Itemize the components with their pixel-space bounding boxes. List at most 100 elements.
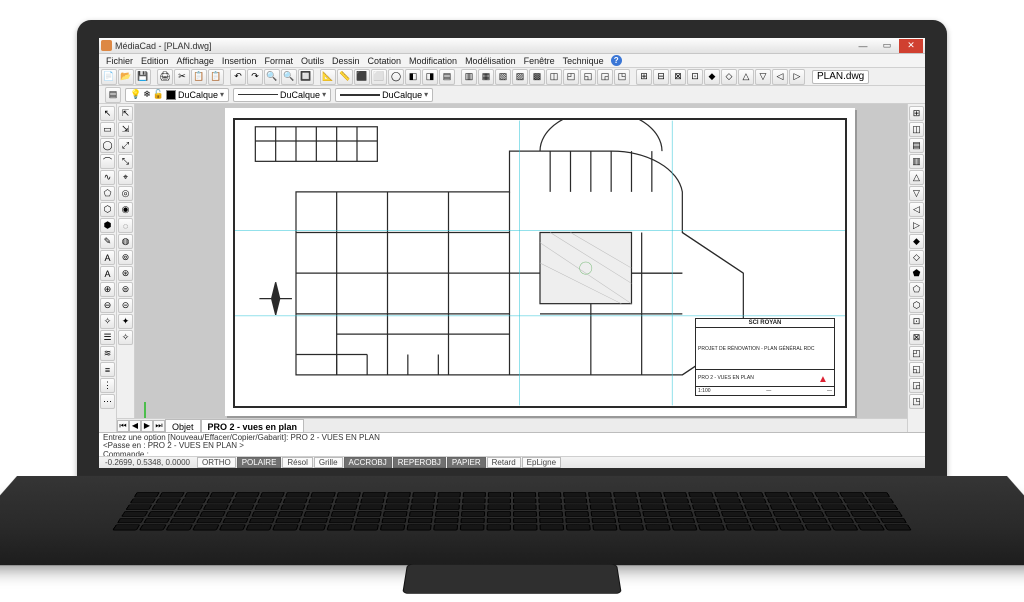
toolbar-button[interactable]: ◫ [546,69,562,85]
tool-button[interactable]: A [100,266,115,281]
menu-dessin[interactable]: Dessin [329,56,363,66]
tool-button[interactable]: ⇲ [118,122,133,137]
toolbar-button[interactable]: ▤ [439,69,455,85]
linetype-dropdown[interactable]: DuCalque ▾ [233,88,331,102]
tool-button[interactable]: ⌒ [100,154,115,169]
toolbar-button[interactable]: ▩ [529,69,545,85]
toolbar-button[interactable]: ◨ [422,69,438,85]
menu-cotation[interactable]: Cotation [365,56,405,66]
status-toggle-ortho[interactable]: ORTHO [197,457,236,468]
toolbar-button[interactable]: ⊞ [636,69,652,85]
status-toggle-grille[interactable]: Grille [314,457,343,468]
status-toggle-polaire[interactable]: POLAIRE [237,457,282,468]
tool-button[interactable]: ◳ [909,394,924,409]
menu-edition[interactable]: Edition [138,56,172,66]
tool-button[interactable]: ◇ [909,250,924,265]
toolbar-button[interactable]: ▷ [789,69,805,85]
tool-button[interactable]: ⬡ [100,202,115,217]
tab-model[interactable]: Objet [165,419,201,433]
toolbar-button[interactable]: ▧ [495,69,511,85]
toolbar-button[interactable]: ◆ [704,69,720,85]
toolbar-button[interactable]: △ [738,69,754,85]
tool-button[interactable]: ⤡ [118,154,133,169]
tool-button[interactable]: ⊚ [118,250,133,265]
tool-button[interactable]: ⊕ [100,282,115,297]
toolbar-button[interactable]: 📏 [337,69,353,85]
menu-affichage[interactable]: Affichage [174,56,217,66]
tool-button[interactable]: ◫ [909,122,924,137]
tool-button[interactable]: ⇱ [118,106,133,121]
status-toggle-retard[interactable]: Retard [487,457,521,468]
toolbar-button[interactable]: ▥ [461,69,477,85]
status-toggle-epligne[interactable]: EpLigne [522,457,561,468]
tool-button[interactable]: ≋ [100,346,115,361]
tab-layout-active[interactable]: PRO 2 - vues en plan [201,419,305,433]
toolbar-button[interactable]: ↶ [230,69,246,85]
tab-nav-last[interactable]: ⏭ [153,420,165,432]
tool-button[interactable]: ▭ [100,122,115,137]
command-panel[interactable]: Entrez une option [Nouveau/Effacer/Copie… [99,432,925,456]
current-layer-dropdown[interactable]: 💡❄🔓 DuCalque ▾ [125,88,229,102]
tool-button[interactable]: ▷ [909,218,924,233]
toolbar-button[interactable]: ◲ [597,69,613,85]
menu-format[interactable]: Format [261,56,296,66]
drawing-canvas[interactable]: SCI ROYAN PROJET DE RÉNOVATION - PLAN GÉ… [135,104,907,432]
tool-button[interactable]: ✧ [118,330,133,345]
menu-modification[interactable]: Modification [406,56,460,66]
status-toggle-accrobj[interactable]: ACCROBJ [344,457,392,468]
tool-button[interactable]: ⊞ [909,106,924,121]
menu-modelisation[interactable]: Modélisation [462,56,519,66]
tool-button[interactable]: ✎ [100,234,115,249]
tool-button[interactable]: ◰ [909,346,924,361]
tool-button[interactable]: ◆ [909,234,924,249]
tool-button[interactable]: ◎ [118,186,133,201]
maximize-button[interactable]: ▭ [875,39,899,53]
tool-button[interactable]: ∿ [100,170,115,185]
tool-button[interactable]: ⌖ [118,170,133,185]
toolbar-button[interactable]: ✂ [174,69,190,85]
layer-manager-button[interactable]: ▤ [105,87,121,103]
lineweight-dropdown[interactable]: DuCalque ▾ [335,88,433,102]
tab-nav-prev[interactable]: ◀ [129,420,141,432]
toolbar-button[interactable]: ⬛ [354,69,370,85]
tool-button[interactable]: ⬡ [909,298,924,313]
tool-button[interactable]: ⬟ [909,266,924,281]
tool-button[interactable]: ✧ [100,314,115,329]
tool-button[interactable]: A [100,250,115,265]
menu-fenetre[interactable]: Fenêtre [521,56,558,66]
toolbar-button[interactable]: ◰ [563,69,579,85]
tool-button[interactable]: ↖ [100,106,115,121]
tool-button[interactable]: ⊡ [909,314,924,329]
tool-button[interactable]: ✦ [118,314,133,329]
tool-button[interactable]: ▥ [909,154,924,169]
toolbar-button[interactable]: ▽ [755,69,771,85]
tool-button[interactable]: △ [909,170,924,185]
tool-button[interactable]: ◌ [118,218,133,233]
toolbar-button[interactable]: 🔍 [281,69,297,85]
status-toggle-reperobj[interactable]: REPEROBJ [393,457,446,468]
tool-button[interactable]: ⬠ [100,186,115,201]
menu-help[interactable]: ? [611,55,622,66]
toolbar-button[interactable]: ◳ [614,69,630,85]
toolbar-button[interactable]: ⬜ [371,69,387,85]
toolbar-button[interactable]: ▦ [478,69,494,85]
toolbar-button[interactable]: ⊡ [687,69,703,85]
toolbar-button[interactable]: 📋 [191,69,207,85]
document-tab[interactable]: PLAN.dwg [812,70,869,84]
close-button[interactable]: ✕ [899,39,923,53]
toolbar-button[interactable]: ↷ [247,69,263,85]
tool-button[interactable]: ≡ [100,362,115,377]
tab-nav-first[interactable]: ⏮ [117,420,129,432]
tool-button[interactable]: ⊛ [118,266,133,281]
tool-button[interactable]: ◁ [909,202,924,217]
toolbar-button[interactable]: ◯ [388,69,404,85]
tool-button[interactable]: ◲ [909,378,924,393]
menu-fichier[interactable]: Fichier [103,56,136,66]
minimize-button[interactable]: — [851,39,875,53]
toolbar-button[interactable]: 💾 [135,69,151,85]
tool-button[interactable]: ⋯ [100,394,115,409]
toolbar-button[interactable]: ◇ [721,69,737,85]
tool-button[interactable]: ◍ [118,234,133,249]
tool-button[interactable]: ⬠ [909,282,924,297]
toolbar-button[interactable]: ⊟ [653,69,669,85]
